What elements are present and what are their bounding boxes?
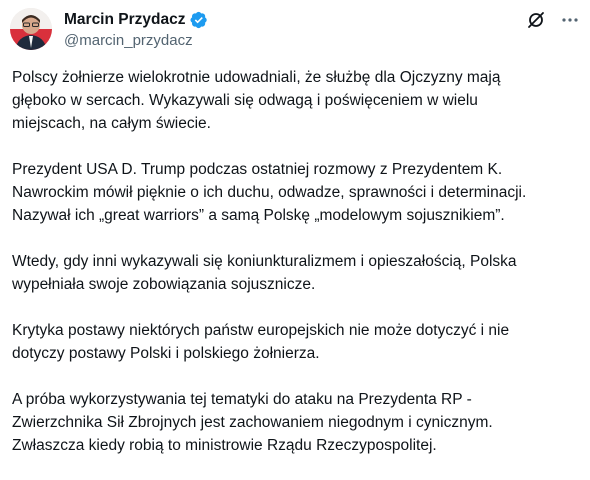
tweet-paragraph-2: Prezydent USA D. Trump podczas ostatniej… [12,161,527,224]
tweet-paragraph-1: Polscy żołnierze wielokrotnie udowadnial… [12,69,501,132]
tweet-paragraph-5: A próba wykorzystywania tej tematyki do … [12,391,493,454]
avatar[interactable] [10,8,52,50]
tweet-paragraph-3: Wtedy, gdy inni wykazywali się koniunktu… [12,253,517,293]
verified-badge-icon [190,11,208,29]
tweet-text: Polscy żołnierze wielokrotnie udowadnial… [12,66,582,480]
avatar-photo [10,8,52,50]
author-block: Marcin Przydacz @marcin_przydacz [64,10,208,49]
tweet-actions [526,10,580,30]
name-row: Marcin Przydacz [64,10,208,30]
tweet-paragraph-4: Krytyka postawy niektórych państw europe… [12,322,510,362]
author-name[interactable]: Marcin Przydacz [64,11,185,29]
more-options-icon[interactable] [560,10,580,30]
grok-icon[interactable] [526,10,546,30]
tweet-header: Marcin Przydacz @marcin_przydacz [10,8,580,52]
author-handle[interactable]: @marcin_przydacz [64,32,208,49]
